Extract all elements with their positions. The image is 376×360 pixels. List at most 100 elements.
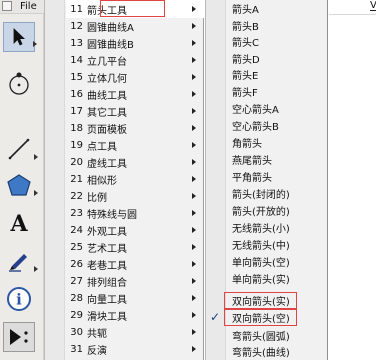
menu-item-number: 13 xyxy=(70,37,83,49)
menu-item-label: 相似形 xyxy=(87,175,117,187)
menu-item-23[interactable]: 23 特殊线与圆 xyxy=(66,204,204,222)
menu-underline xyxy=(370,10,376,11)
menu-item-number: 25 xyxy=(70,241,83,253)
tool-expand-icon xyxy=(34,266,38,272)
submenu-item[interactable]: 箭头(开放的) xyxy=(227,202,328,219)
menu-item-label: 点工具 xyxy=(87,141,117,153)
menu-item-label: 圆锥曲线B xyxy=(87,39,134,51)
submenu-arrow-icon xyxy=(192,295,196,301)
menu-item-label: 共轭 xyxy=(87,328,107,340)
menu-item-17[interactable]: 17 其它工具 xyxy=(66,102,204,120)
menu-item-28[interactable]: 28 向量工具 xyxy=(66,289,204,307)
menu-item-29[interactable]: 29 滑块工具 xyxy=(66,306,204,324)
submenu-item[interactable]: 燕尾箭头 xyxy=(227,151,328,168)
check-mark-icon: ✓ xyxy=(210,310,221,324)
menu-item-number: 12 xyxy=(70,20,83,32)
menu-item-27[interactable]: 27 排列组合 xyxy=(66,272,204,290)
file-menu[interactable]: File xyxy=(20,0,37,13)
submenu-item[interactable]: 单向箭头(实) xyxy=(227,270,328,287)
menu-item-label: 老巷工具 xyxy=(87,260,127,272)
menu-item-16[interactable]: 16 曲线工具 xyxy=(66,85,204,103)
menu-icon-gutter xyxy=(45,0,65,360)
submenu-arrow-icon xyxy=(192,176,196,182)
info-glyph: i xyxy=(16,291,22,309)
menu-item-number: 29 xyxy=(70,309,83,321)
document-area: V xyxy=(329,0,376,360)
window-system-icon[interactable] xyxy=(2,1,12,11)
menu-item-label: 立几平台 xyxy=(87,56,127,68)
menu-item-15[interactable]: 15 立体几何 xyxy=(66,68,204,86)
submenu-arrow-icon xyxy=(192,329,196,335)
menu-item-21[interactable]: 21 相似形 xyxy=(66,170,204,188)
submenu-arrow-icon xyxy=(192,312,196,318)
submenu-arrow-icon xyxy=(192,261,196,267)
menu-item-22[interactable]: 22 比例 xyxy=(66,187,204,205)
menu-item-number: 28 xyxy=(70,292,83,304)
submenu-arrow-icon xyxy=(192,159,196,165)
tool-expand-icon xyxy=(34,190,38,196)
menu-item-11[interactable]: 11 箭头工具 xyxy=(66,0,204,18)
submenu-arrow-icon xyxy=(192,142,196,148)
arrow-tools-submenu: ✓ 箭头A 箭头B 箭头C 箭头D 箭头E 箭头F 空心箭头A 空心箭头B 角箭… xyxy=(205,0,328,360)
submenu-item[interactable]: 角箭头 xyxy=(227,134,328,151)
pen-icon xyxy=(9,254,27,272)
arrow-select-tool[interactable] xyxy=(3,22,37,52)
line-segment-icon xyxy=(8,138,30,160)
menu-item-25[interactable]: 25 艺术工具 xyxy=(66,238,204,256)
submenu-arrow-icon xyxy=(192,193,196,199)
submenu-item[interactable]: 箭头C xyxy=(227,33,328,50)
submenu-item-double-arrow-hollow[interactable]: 双向箭头(空) xyxy=(224,309,328,326)
menu-item-18[interactable]: 18 页面模板 xyxy=(66,119,204,137)
text-tool[interactable]: A xyxy=(3,209,35,239)
tool-expand-icon xyxy=(34,154,38,160)
submenu-item[interactable]: 弯箭头(圆弧) xyxy=(227,327,328,344)
menu-item-20[interactable]: 20 虚线工具 xyxy=(66,153,204,171)
menu-item-label: 圆锥曲线A xyxy=(87,22,134,34)
submenu-item[interactable]: 弯箭头(曲线) xyxy=(227,343,328,360)
menu-item-31[interactable]: 31 反演 xyxy=(66,340,204,358)
submenu-item-double-arrow-solid[interactable]: 双向箭头(实) xyxy=(224,292,328,309)
marker-tool[interactable] xyxy=(3,246,38,276)
toolbox-panel: File A i xyxy=(0,0,44,360)
straightedge-tool[interactable] xyxy=(3,134,38,164)
menu-item-number: 23 xyxy=(70,207,83,219)
menu-icon-gutter xyxy=(206,0,226,360)
submenu-item[interactable]: 箭头B xyxy=(227,17,328,34)
submenu-item[interactable]: 平角箭头 xyxy=(227,168,328,185)
menu-item-24[interactable]: 24 外观工具 xyxy=(66,221,204,239)
submenu-item[interactable]: 箭头(封闭的) xyxy=(227,185,328,202)
compass-tool[interactable] xyxy=(3,70,35,100)
menu-item-label: 特殊线与圆 xyxy=(87,209,137,221)
menu-item-26[interactable]: 26 老巷工具 xyxy=(66,255,204,273)
submenu-item[interactable]: 空心箭头A xyxy=(227,100,328,117)
submenu-item[interactable]: 单向箭头(空) xyxy=(227,253,328,270)
submenu-arrow-icon xyxy=(192,227,196,233)
information-tool[interactable]: i xyxy=(3,284,35,314)
info-circle-icon: i xyxy=(7,287,31,311)
menu-item-number: 31 xyxy=(70,343,83,355)
submenu-item[interactable]: 无线箭头(小) xyxy=(227,219,328,236)
submenu-arrow-icon xyxy=(192,74,196,80)
highlight-frame xyxy=(224,309,297,326)
submenu-arrow-icon xyxy=(192,57,196,63)
menu-item-30[interactable]: 30 共轭 xyxy=(66,323,204,341)
submenu-item[interactable]: 空心箭头B xyxy=(227,117,328,134)
submenu-item[interactable]: 箭头E xyxy=(227,66,328,83)
menu-item-14[interactable]: 14 立几平台 xyxy=(66,51,204,69)
menu-item-label: 其它工具 xyxy=(87,107,127,119)
menu-item-19[interactable]: 19 点工具 xyxy=(66,136,204,154)
menu-item-13[interactable]: 13 圆锥曲线B xyxy=(66,34,204,52)
menu-item-12[interactable]: 12 圆锥曲线A xyxy=(66,17,204,35)
menu-item-label: 滑块工具 xyxy=(87,311,127,323)
submenu-arrow-icon xyxy=(192,125,196,131)
submenu-arrow-icon xyxy=(192,244,196,250)
submenu-item[interactable]: 箭头F xyxy=(227,83,328,100)
circle-with-center-icon xyxy=(9,75,29,95)
submenu-arrow-icon xyxy=(192,23,196,29)
submenu-item[interactable]: 箭头D xyxy=(227,50,328,67)
custom-tool[interactable] xyxy=(3,322,35,352)
tool-expand-icon xyxy=(33,41,37,47)
submenu-item[interactable]: 箭头A xyxy=(227,0,328,17)
submenu-item[interactable]: 无线箭头(中) xyxy=(227,236,328,253)
polygon-tool[interactable] xyxy=(3,170,38,200)
